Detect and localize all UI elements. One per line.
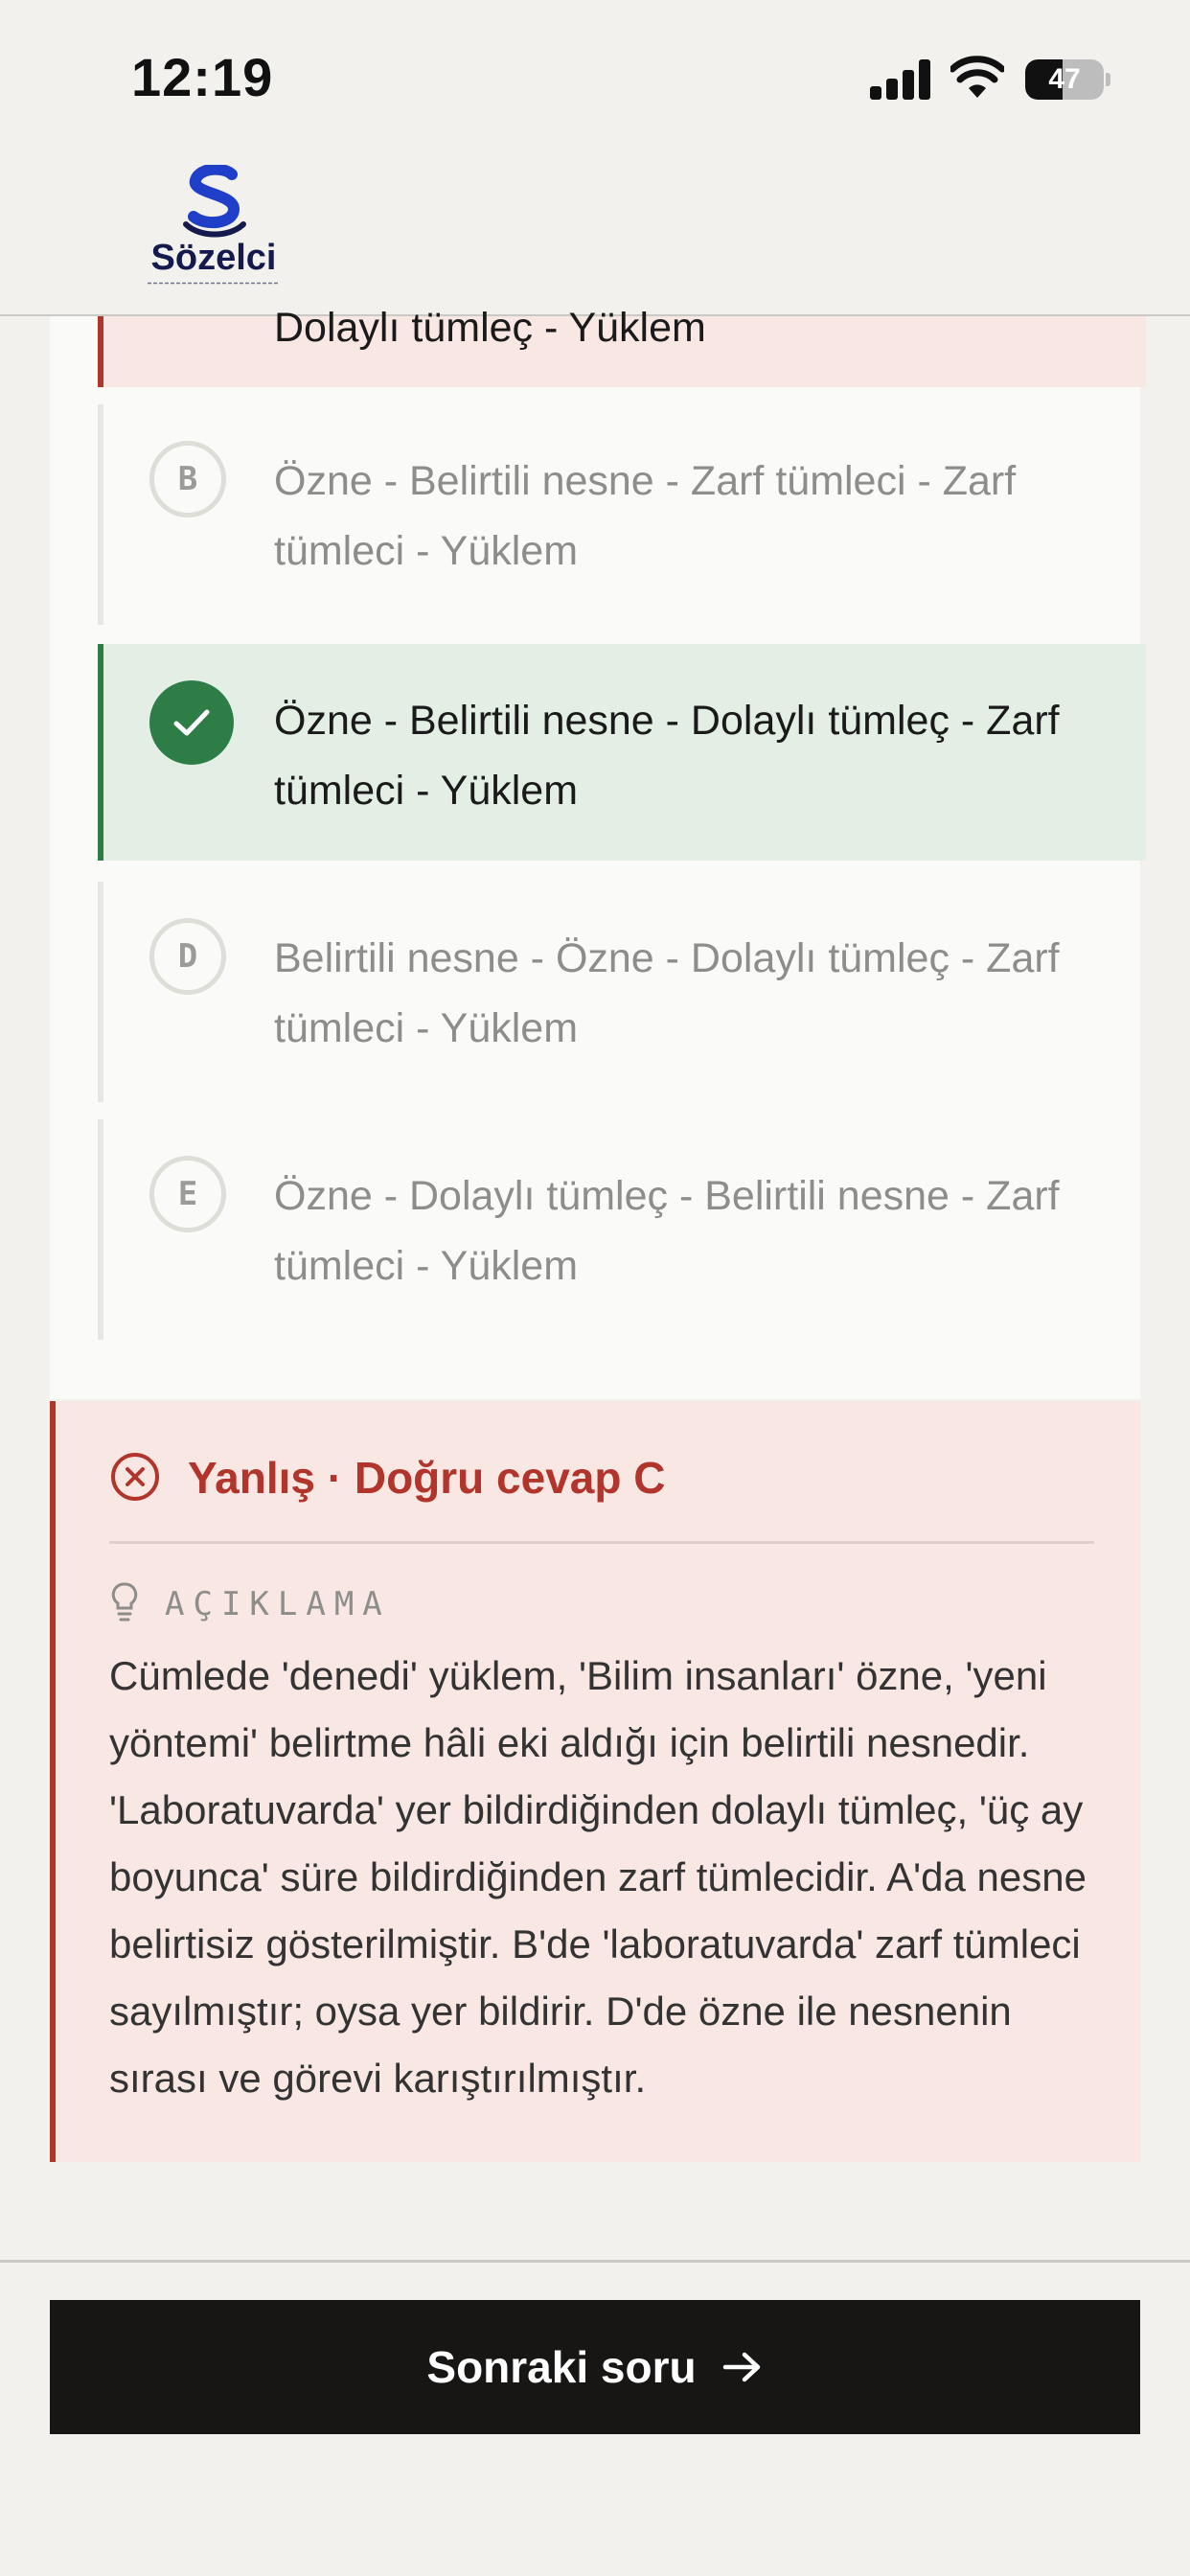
feedback-title: Yanlış · Doğru cevap C: [188, 1453, 666, 1503]
explanation-text: Cümlede 'denedi' yüklem, 'Bilim insanlar…: [109, 1653, 1087, 2101]
option-a[interactable]: Dolaylı tümleç - Yüklem: [98, 305, 1146, 387]
option-letter-b: B: [149, 441, 226, 518]
status-time: 12:19: [131, 47, 274, 107]
next-question-label: Sonraki soru: [426, 2342, 697, 2392]
arrow-right-icon: [722, 2352, 760, 2382]
battery-icon: 47: [1025, 59, 1110, 100]
logo-mark-icon: [183, 165, 246, 238]
option-d[interactable]: D Belirtili nesne - Özne - Dolaylı tümle…: [98, 882, 1146, 1102]
option-a-text: Dolaylı tümleç - Yüklem: [274, 305, 706, 351]
wifi-icon: [950, 56, 1004, 98]
check-circle-icon: [149, 680, 234, 765]
option-c[interactable]: Özne - Belirtili nesne - Dolaylı tümleç …: [98, 644, 1146, 861]
bottom-divider: [0, 2260, 1190, 2263]
option-b-text: Özne - Belirtili nesne - Zarf tümleci - …: [274, 458, 1017, 574]
explanation-label: AÇIKLAMA: [165, 1585, 391, 1623]
status-bar: 12:19 47: [0, 0, 1190, 153]
lightbulb-icon: [111, 1582, 138, 1622]
option-c-text: Özne - Belirtili nesne - Dolaylı tümleç …: [274, 698, 1060, 814]
logo-tagline: [148, 282, 280, 285]
app-header: Sözelci: [0, 153, 1190, 316]
cellular-signal-icon: [870, 59, 931, 100]
option-letter-e: E: [149, 1156, 226, 1232]
sozelci-logo[interactable]: Sözelci: [142, 165, 286, 289]
option-b[interactable]: B Özne - Belirtili nesne - Zarf tümleci …: [98, 404, 1146, 625]
option-e[interactable]: E Özne - Dolaylı tümleç - Belirtili nesn…: [98, 1119, 1146, 1340]
x-circle-icon: [111, 1453, 159, 1501]
battery-percentage: 47: [1048, 63, 1081, 95]
option-e-text: Özne - Dolaylı tümleç - Belirtili nesne …: [274, 1173, 1060, 1289]
feedback-panel: Yanlış · Doğru cevap C AÇIKLAMA Cümlede …: [50, 1401, 1140, 2162]
option-d-text: Belirtili nesne - Özne - Dolaylı tümleç …: [274, 935, 1060, 1051]
feedback-divider: [109, 1541, 1094, 1544]
logo-text: Sözelci: [150, 238, 277, 278]
question-card: Dolaylı tümleç - Yüklem B Özne - Belirti…: [50, 305, 1146, 1399]
option-letter-d: D: [149, 918, 226, 995]
next-question-button[interactable]: Sonraki soru: [50, 2300, 1140, 2434]
